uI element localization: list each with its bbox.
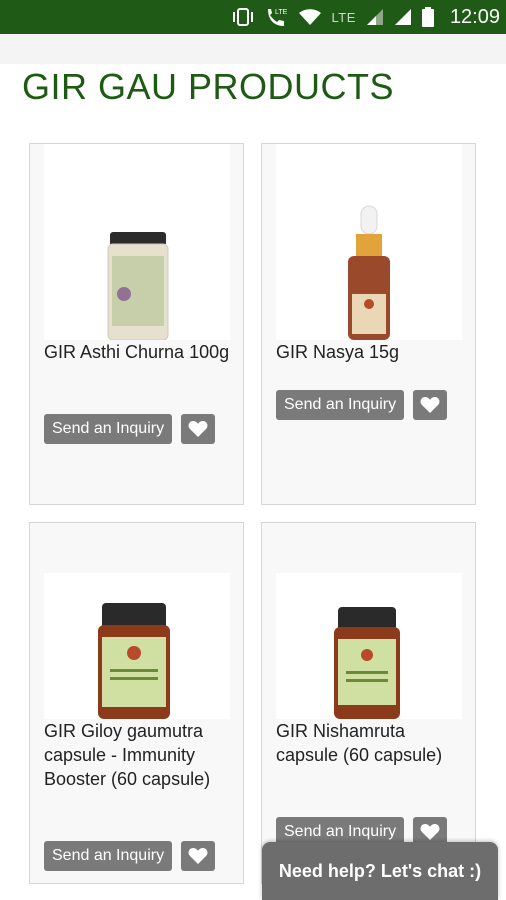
dropper-bottle-icon	[348, 205, 390, 340]
product-image[interactable]	[276, 144, 462, 340]
heart-icon	[188, 421, 208, 437]
product-card[interactable]: GIR Asthi Churna 100g Send an Inquiry	[29, 143, 244, 505]
battery-icon	[421, 7, 434, 27]
product-image[interactable]	[276, 573, 462, 719]
wishlist-button[interactable]	[181, 414, 215, 444]
capsule-bottle-icon	[334, 607, 400, 719]
page-title: GIR GAU PRODUCTS	[22, 66, 395, 107]
signal-icon	[394, 8, 412, 26]
product-card[interactable]: GIR Giloy gaumutra capsule - Immunity Bo…	[29, 522, 244, 884]
svg-text:LTE: LTE	[275, 9, 288, 16]
capsule-bottle-icon	[98, 603, 170, 719]
product-card[interactable]: GIR Nasya 15g Send an Inquiry	[261, 143, 476, 505]
chat-widget-button[interactable]: Need help? Let's chat :)	[262, 842, 498, 900]
header-strip	[0, 34, 506, 64]
send-inquiry-button[interactable]: Send an Inquiry	[44, 414, 173, 444]
wishlist-button[interactable]	[413, 390, 447, 420]
wishlist-button[interactable]	[181, 841, 215, 871]
wifi-icon	[298, 8, 322, 26]
product-name[interactable]: GIR Nasya 15g	[276, 340, 462, 364]
volte-call-icon: LTE	[264, 6, 288, 28]
product-name[interactable]: GIR Nishamruta capsule (60 capsule)	[276, 719, 462, 767]
product-image[interactable]	[44, 573, 230, 719]
jar-icon	[107, 232, 169, 341]
heart-icon	[420, 824, 440, 840]
vibrate-icon	[232, 7, 254, 27]
network-type: LTE	[331, 9, 356, 25]
signal-icon	[366, 8, 384, 26]
product-card[interactable]: GIR Nishamruta capsule (60 capsule) Send…	[261, 522, 476, 884]
send-inquiry-button[interactable]: Send an Inquiry	[44, 841, 173, 871]
send-inquiry-button[interactable]: Send an Inquiry	[276, 390, 405, 420]
product-image[interactable]	[44, 144, 230, 341]
product-name[interactable]: GIR Giloy gaumutra capsule - Immunity Bo…	[44, 719, 230, 791]
heart-icon	[188, 848, 208, 864]
heart-icon	[420, 397, 440, 413]
status-bar: LTE LTE 12:09	[0, 0, 506, 34]
product-name[interactable]: GIR Asthi Churna 100g	[44, 340, 230, 364]
clock: 12:09	[449, 5, 500, 28]
